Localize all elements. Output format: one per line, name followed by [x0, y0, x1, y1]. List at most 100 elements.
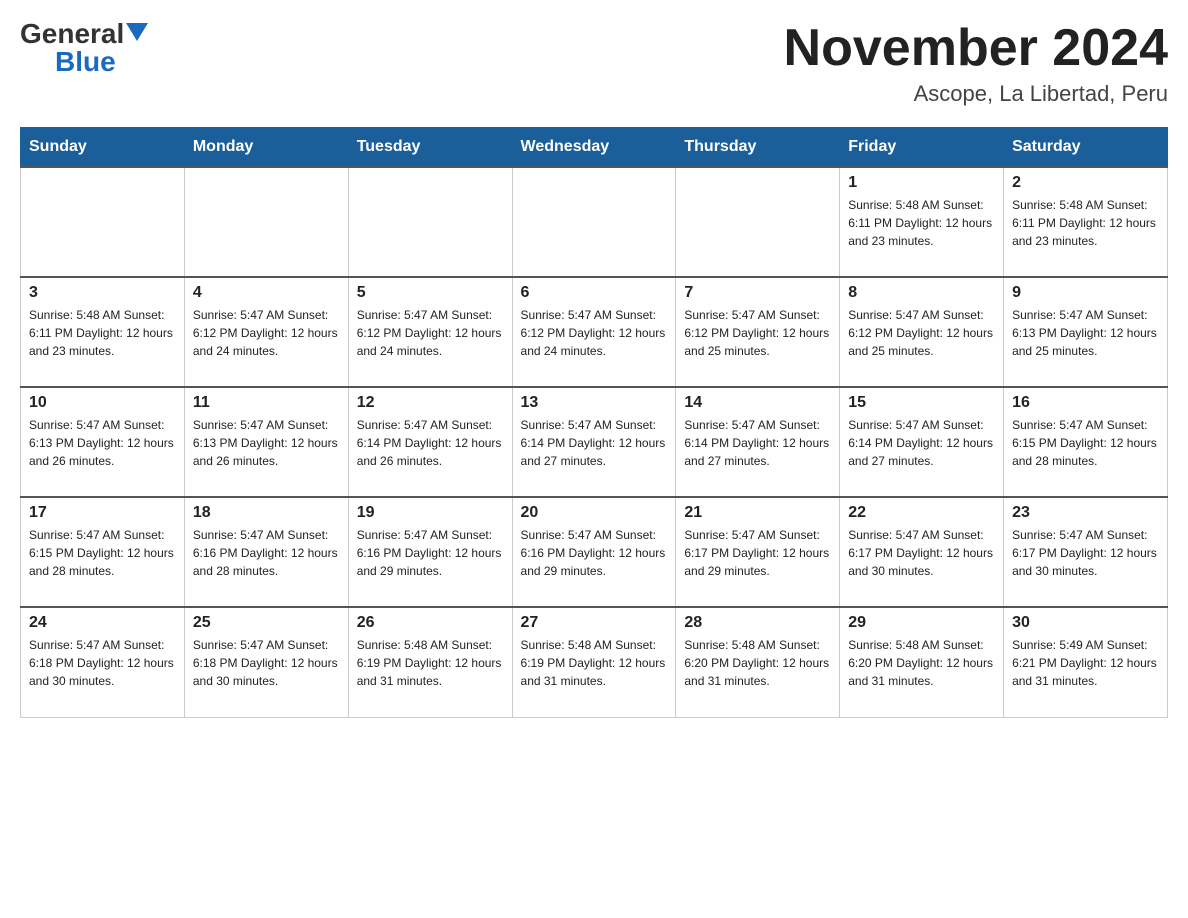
day-number: 20: [521, 504, 668, 522]
day-info: Sunrise: 5:47 AM Sunset: 6:12 PM Dayligh…: [357, 306, 504, 360]
day-info: Sunrise: 5:47 AM Sunset: 6:16 PM Dayligh…: [357, 526, 504, 580]
day-number: 19: [357, 504, 504, 522]
day-info: Sunrise: 5:47 AM Sunset: 6:18 PM Dayligh…: [193, 636, 340, 690]
title-area: November 2024 Ascope, La Libertad, Peru: [784, 20, 1168, 107]
calendar-cell: 12Sunrise: 5:47 AM Sunset: 6:14 PM Dayli…: [348, 387, 512, 497]
day-info: Sunrise: 5:49 AM Sunset: 6:21 PM Dayligh…: [1012, 636, 1159, 690]
calendar-table: SundayMondayTuesdayWednesdayThursdayFrid…: [20, 127, 1168, 718]
day-number: 4: [193, 284, 340, 302]
calendar-cell: 6 Sunrise: 5:47 AM Sunset: 6:12 PM Daylig…: [512, 277, 676, 387]
day-info: Sunrise: 5:47 AM Sunset: 6:14 PM Dayligh…: [684, 416, 831, 470]
day-number: 1: [848, 174, 995, 192]
calendar-cell: 8 Sunrise: 5:47 AM Sunset: 6:12 PM Daylig…: [840, 277, 1004, 387]
calendar-cell: 5 Sunrise: 5:47 AM Sunset: 6:12 PM Daylig…: [348, 277, 512, 387]
day-number: 23: [1012, 504, 1159, 522]
day-number: 9: [1012, 284, 1159, 302]
calendar-cell: 15 Sunrise: 5:47 AM Sunset: 6:14 PM Dayli…: [840, 387, 1004, 497]
day-number: 12: [357, 394, 504, 412]
day-number: 22: [848, 504, 995, 522]
day-info: Sunrise: 5:47 AM Sunset: 6:12 PM Dayligh…: [684, 306, 831, 360]
day-number: 24: [29, 614, 176, 632]
page-header: General Blue November 2024 Ascope, La Li…: [20, 20, 1168, 107]
day-number: 6: [521, 284, 668, 302]
day-number: 10: [29, 394, 176, 412]
calendar-cell: 22 Sunrise: 5:47 AM Sunset: 6:17 PM Dayli…: [840, 497, 1004, 607]
day-info: Sunrise: 5:47 AM Sunset: 6:12 PM Dayligh…: [193, 306, 340, 360]
day-header-saturday: Saturday: [1004, 128, 1168, 168]
day-header-thursday: Thursday: [676, 128, 840, 168]
calendar-cell: 10 Sunrise: 5:47 AM Sunset: 6:13 PM Dayli…: [21, 387, 185, 497]
calendar-cell: 18 Sunrise: 5:47 AM Sunset: 6:16 PM Dayli…: [184, 497, 348, 607]
day-info: Sunrise: 5:47 AM Sunset: 6:15 PM Dayligh…: [29, 526, 176, 580]
calendar-cell: 14Sunrise: 5:47 AM Sunset: 6:14 PM Dayli…: [676, 387, 840, 497]
day-number: 21: [684, 504, 831, 522]
calendar-cell: 28 Sunrise: 5:48 AM Sunset: 6:20 PM Dayli…: [676, 607, 840, 717]
calendar-cell: [21, 167, 185, 277]
calendar-cell: [348, 167, 512, 277]
calendar-cell: [184, 167, 348, 277]
logo-triangle-icon: [126, 23, 148, 45]
day-info: Sunrise: 5:47 AM Sunset: 6:16 PM Dayligh…: [193, 526, 340, 580]
logo-general: General: [20, 20, 124, 48]
day-info: Sunrise: 5:48 AM Sunset: 6:20 PM Dayligh…: [684, 636, 831, 690]
day-number: 2: [1012, 174, 1159, 192]
day-header-wednesday: Wednesday: [512, 128, 676, 168]
logo: General Blue: [20, 20, 148, 78]
calendar-cell: 30 Sunrise: 5:49 AM Sunset: 6:21 PM Dayli…: [1004, 607, 1168, 717]
day-info: Sunrise: 5:47 AM Sunset: 6:13 PM Dayligh…: [29, 416, 176, 470]
page-subtitle: Ascope, La Libertad, Peru: [784, 81, 1168, 107]
calendar-cell: 26 Sunrise: 5:48 AM Sunset: 6:19 PM Dayli…: [348, 607, 512, 717]
week-row-5: 24 Sunrise: 5:47 AM Sunset: 6:18 PM Dayli…: [21, 607, 1168, 717]
day-info: Sunrise: 5:48 AM Sunset: 6:11 PM Dayligh…: [1012, 196, 1159, 250]
week-row-4: 17 Sunrise: 5:47 AM Sunset: 6:15 PM Dayli…: [21, 497, 1168, 607]
calendar-cell: 2 Sunrise: 5:48 AM Sunset: 6:11 PM Daylig…: [1004, 167, 1168, 277]
week-row-3: 10 Sunrise: 5:47 AM Sunset: 6:13 PM Dayli…: [21, 387, 1168, 497]
day-number: 11: [193, 394, 340, 412]
calendar-cell: 24 Sunrise: 5:47 AM Sunset: 6:18 PM Dayli…: [21, 607, 185, 717]
day-info: Sunrise: 5:47 AM Sunset: 6:12 PM Dayligh…: [521, 306, 668, 360]
calendar-cell: 23 Sunrise: 5:47 AM Sunset: 6:17 PM Dayli…: [1004, 497, 1168, 607]
day-info: Sunrise: 5:47 AM Sunset: 6:13 PM Dayligh…: [1012, 306, 1159, 360]
day-info: Sunrise: 5:48 AM Sunset: 6:11 PM Dayligh…: [29, 306, 176, 360]
day-info: Sunrise: 5:47 AM Sunset: 6:18 PM Dayligh…: [29, 636, 176, 690]
calendar-cell: 21Sunrise: 5:47 AM Sunset: 6:17 PM Dayli…: [676, 497, 840, 607]
day-header-friday: Friday: [840, 128, 1004, 168]
calendar-cell: [512, 167, 676, 277]
logo-blue: Blue: [55, 46, 116, 78]
day-info: Sunrise: 5:47 AM Sunset: 6:13 PM Dayligh…: [193, 416, 340, 470]
day-header-sunday: Sunday: [21, 128, 185, 168]
day-info: Sunrise: 5:47 AM Sunset: 6:14 PM Dayligh…: [521, 416, 668, 470]
day-info: Sunrise: 5:47 AM Sunset: 6:17 PM Dayligh…: [848, 526, 995, 580]
day-number: 7: [684, 284, 831, 302]
day-number: 5: [357, 284, 504, 302]
day-number: 29: [848, 614, 995, 632]
day-info: Sunrise: 5:48 AM Sunset: 6:20 PM Dayligh…: [848, 636, 995, 690]
day-number: 8: [848, 284, 995, 302]
day-info: Sunrise: 5:47 AM Sunset: 6:17 PM Dayligh…: [1012, 526, 1159, 580]
calendar-cell: 9 Sunrise: 5:47 AM Sunset: 6:13 PM Daylig…: [1004, 277, 1168, 387]
calendar-cell: 29 Sunrise: 5:48 AM Sunset: 6:20 PM Dayli…: [840, 607, 1004, 717]
day-info: Sunrise: 5:47 AM Sunset: 6:12 PM Dayligh…: [848, 306, 995, 360]
calendar-cell: 11 Sunrise: 5:47 AM Sunset: 6:13 PM Dayli…: [184, 387, 348, 497]
day-info: Sunrise: 5:47 AM Sunset: 6:14 PM Dayligh…: [848, 416, 995, 470]
calendar-cell: 20Sunrise: 5:47 AM Sunset: 6:16 PM Dayli…: [512, 497, 676, 607]
calendar-header-row: SundayMondayTuesdayWednesdayThursdayFrid…: [21, 128, 1168, 168]
day-number: 18: [193, 504, 340, 522]
page-title: November 2024: [784, 20, 1168, 77]
day-number: 15: [848, 394, 995, 412]
day-number: 3: [29, 284, 176, 302]
day-info: Sunrise: 5:48 AM Sunset: 6:19 PM Dayligh…: [521, 636, 668, 690]
day-number: 30: [1012, 614, 1159, 632]
calendar-cell: [676, 167, 840, 277]
week-row-2: 3 Sunrise: 5:48 AM Sunset: 6:11 PM Daylig…: [21, 277, 1168, 387]
day-info: Sunrise: 5:48 AM Sunset: 6:11 PM Dayligh…: [848, 196, 995, 250]
day-header-monday: Monday: [184, 128, 348, 168]
calendar-cell: 16Sunrise: 5:47 AM Sunset: 6:15 PM Dayli…: [1004, 387, 1168, 497]
day-info: Sunrise: 5:48 AM Sunset: 6:19 PM Dayligh…: [357, 636, 504, 690]
day-header-tuesday: Tuesday: [348, 128, 512, 168]
day-number: 25: [193, 614, 340, 632]
day-number: 17: [29, 504, 176, 522]
calendar-cell: 13Sunrise: 5:47 AM Sunset: 6:14 PM Dayli…: [512, 387, 676, 497]
day-number: 28: [684, 614, 831, 632]
day-number: 26: [357, 614, 504, 632]
